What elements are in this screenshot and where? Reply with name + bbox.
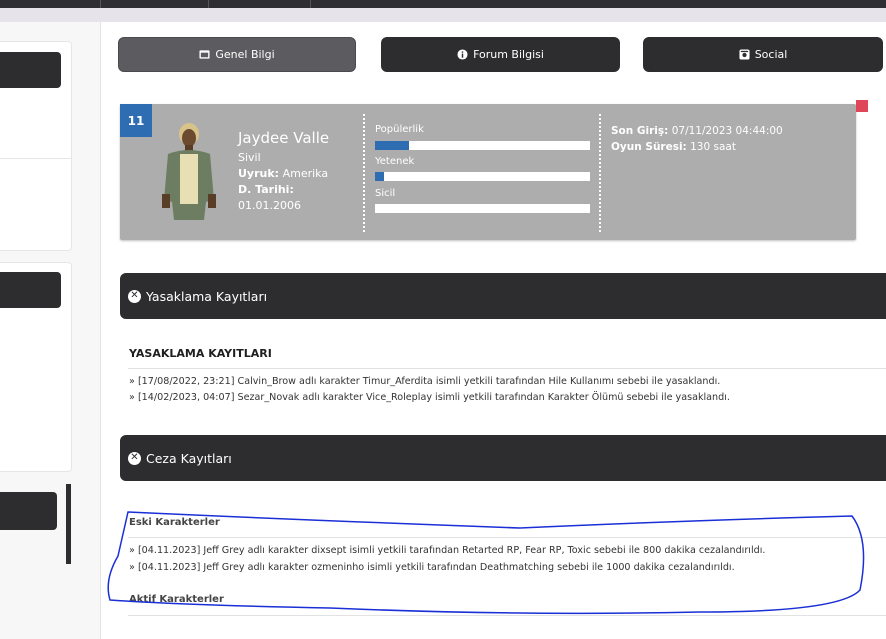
annotation-stroke: [107, 511, 865, 615]
annotation-circle: [107, 511, 865, 615]
